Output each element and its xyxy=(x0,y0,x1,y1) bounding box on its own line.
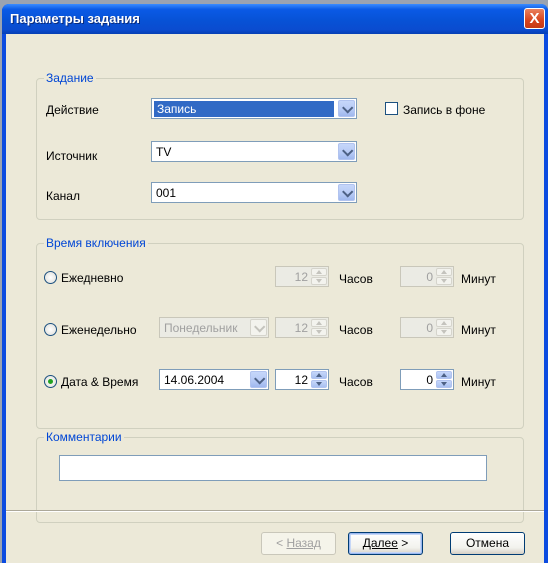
spin-up-icon[interactable] xyxy=(311,371,327,379)
weekly-radio[interactable] xyxy=(44,323,57,336)
action-label: Действие xyxy=(46,103,99,117)
chevron-down-icon[interactable] xyxy=(338,184,355,201)
chevron-down-icon[interactable] xyxy=(338,143,355,160)
spin-down-icon[interactable] xyxy=(311,277,327,285)
back-button-label: Назад xyxy=(286,536,321,550)
weekday-select-value: Понедельник xyxy=(164,321,238,335)
spin-down-icon[interactable] xyxy=(436,328,452,336)
comment-group-legend: Комментарии xyxy=(44,430,124,444)
action-select-value: Запись xyxy=(154,101,334,117)
daily-minutes-spinner[interactable]: 0 xyxy=(400,266,454,287)
weekly-label[interactable]: Еженедельно xyxy=(61,323,137,337)
spin-down-icon[interactable] xyxy=(311,328,327,336)
background-record-checkbox[interactable] xyxy=(385,102,398,115)
spin-down-icon[interactable] xyxy=(436,277,452,285)
channel-label: Канал xyxy=(46,189,80,203)
daily-hours-value: 12 xyxy=(294,270,308,284)
dialog-title: Параметры задания xyxy=(10,11,140,26)
datetime-label[interactable]: Дата & Время xyxy=(61,375,138,389)
spin-up-icon[interactable] xyxy=(311,268,327,276)
source-select[interactable]: TV xyxy=(151,141,357,162)
back-button[interactable]: < Назад xyxy=(261,532,336,555)
title-bar[interactable]: Параметры задания X xyxy=(2,4,548,34)
chevron-down-icon[interactable] xyxy=(338,100,355,117)
source-label: Источник xyxy=(46,149,98,163)
footer-separator xyxy=(6,510,544,512)
channel-select-value: 001 xyxy=(156,186,177,200)
date-picker-value: 14.06.2004 xyxy=(164,373,225,387)
daily-minutes-unit: Минут xyxy=(461,272,496,286)
datetime-minutes-value: 0 xyxy=(426,373,433,387)
date-picker[interactable]: 14.06.2004 xyxy=(159,369,269,390)
spin-down-icon[interactable] xyxy=(436,380,452,388)
close-icon: X xyxy=(529,10,540,27)
weekly-hours-unit: Часов xyxy=(339,323,373,337)
datetime-radio[interactable] xyxy=(44,375,57,388)
spin-up-icon[interactable] xyxy=(436,268,452,276)
weekly-minutes-unit: Минут xyxy=(461,323,496,337)
schedule-group-legend: Время включения xyxy=(44,236,148,250)
datetime-minutes-spinner[interactable]: 0 xyxy=(400,369,454,390)
action-select[interactable]: Запись xyxy=(151,98,357,119)
weekday-select[interactable]: Понедельник xyxy=(159,317,269,338)
datetime-hours-spinner[interactable]: 12 xyxy=(275,369,329,390)
next-button[interactable]: Далее > xyxy=(348,532,423,555)
weekly-hours-spinner[interactable]: 12 xyxy=(275,317,329,338)
spin-up-icon[interactable] xyxy=(311,319,327,327)
daily-label[interactable]: Ежедневно xyxy=(61,271,123,285)
close-button[interactable]: X xyxy=(524,8,545,29)
spin-up-icon[interactable] xyxy=(436,371,452,379)
daily-hours-spinner[interactable]: 12 xyxy=(275,266,329,287)
dialog-body: Задание Действие Запись Запись в фоне Ис… xyxy=(6,34,544,563)
task-group-legend: Задание xyxy=(44,71,96,85)
source-select-value: TV xyxy=(156,145,172,159)
daily-hours-unit: Часов xyxy=(339,272,373,286)
back-arrow-icon: < xyxy=(276,536,287,550)
datetime-minutes-unit: Минут xyxy=(461,375,496,389)
chevron-down-icon[interactable] xyxy=(250,371,267,388)
cancel-button[interactable]: Отмена xyxy=(450,532,525,555)
datetime-hours-unit: Часов xyxy=(339,375,373,389)
channel-select[interactable]: 001 xyxy=(151,182,357,203)
weekly-minutes-spinner[interactable]: 0 xyxy=(400,317,454,338)
weekly-hours-value: 12 xyxy=(294,321,308,335)
weekly-minutes-value: 0 xyxy=(426,321,433,335)
spin-down-icon[interactable] xyxy=(311,380,327,388)
chevron-down-icon[interactable] xyxy=(250,319,267,336)
next-button-label: Далее xyxy=(362,536,398,550)
next-arrow-icon: > xyxy=(397,536,409,550)
daily-minutes-value: 0 xyxy=(426,270,433,284)
cancel-button-label: Отмена xyxy=(465,536,510,550)
daily-radio[interactable] xyxy=(44,271,57,284)
dialog-window: Параметры задания X Задание Действие Зап… xyxy=(2,4,548,563)
spin-up-icon[interactable] xyxy=(436,319,452,327)
datetime-hours-value: 12 xyxy=(294,373,308,387)
comment-input[interactable] xyxy=(59,455,487,481)
background-record-label[interactable]: Запись в фоне xyxy=(403,103,485,117)
